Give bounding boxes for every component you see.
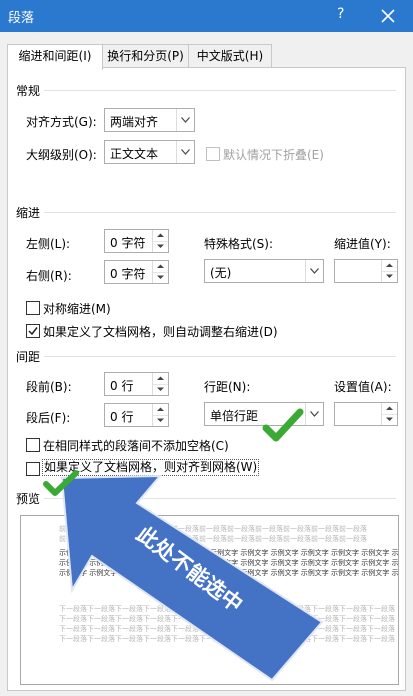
preview-next-paragraph: 下一段落下一段落下一段落下一段落下一段落下一段落下一段落下一段落下一段落下一段落… — [59, 635, 395, 643]
divider — [44, 356, 396, 357]
spin-down-icon[interactable] — [382, 271, 397, 282]
section-indent-header: 缩进 — [16, 206, 41, 220]
tab-label: 缩进和间距(I) — [18, 49, 92, 63]
outline-level-label: 大纲级别(O): — [26, 148, 97, 162]
preview-sample-text: 示例文字 示例文字 示例文字 示例文字 示例文字 示例文字 示例文字 示例文字 … — [59, 569, 399, 577]
collapse-label: 默认情况下折叠(E) — [223, 148, 324, 162]
auto-right-indent-checkbox[interactable] — [26, 324, 40, 338]
alignment-value: 两端对齐 — [110, 115, 159, 129]
preview-box: 前一段落前一段落前一段落前一段落前一段落前一段落前一段落前一段落前一段落前一段落… — [20, 515, 399, 685]
close-button[interactable] — [376, 4, 400, 28]
preview-prev-paragraph: 前一段落前一段落前一段落前一段落前一段落前一段落前一段落前一段落前一段落前一段落… — [59, 525, 367, 533]
indent-by-spinner[interactable] — [334, 259, 398, 283]
tab-label: 换行和分页(P) — [107, 49, 184, 63]
divider — [44, 212, 396, 213]
alignment-select[interactable]: 两端对齐 — [104, 108, 195, 132]
indent-left-spinner[interactable]: 0 字符 — [104, 229, 169, 253]
window-title: 段落 — [8, 11, 35, 26]
spacing-after-value: 0 行 — [110, 410, 134, 424]
chevron-down-icon — [176, 109, 194, 131]
close-icon — [381, 9, 395, 23]
alignment-label: 对齐方式(G): — [26, 115, 97, 129]
chevron-down-icon — [305, 260, 323, 282]
snap-to-grid-checkbox[interactable] — [26, 462, 40, 476]
preview-next-paragraph: 下一段落下一段落下一段落下一段落下一段落下一段落下一段落下一段落下一段落下一段落… — [59, 625, 395, 633]
checkmark-icon — [28, 327, 38, 336]
spin-down-icon[interactable] — [382, 414, 397, 425]
no-space-same-style-label: 在相同样式的段落间不添加空格(C) — [43, 439, 229, 453]
section-preview-header: 预览 — [16, 492, 41, 506]
spacing-after-spinner[interactable]: 0 行 — [104, 403, 169, 427]
collapse-checkbox[interactable] — [206, 147, 220, 161]
outline-level-value: 正文文本 — [110, 147, 159, 161]
chevron-down-icon — [305, 403, 323, 425]
tab-panel: 常规 对齐方式(G): 两端对齐 大纲级别(O): 正文文本 默认情况下折叠(E… — [7, 67, 406, 691]
spacing-before-value: 0 行 — [110, 379, 134, 393]
indent-right-value: 0 字符 — [110, 267, 146, 281]
preview-next-paragraph: 下一段落下一段落下一段落下一段落下一段落下一段落下一段落下一段落下一段落下一段落… — [59, 615, 395, 623]
special-indent-value: (无) — [210, 266, 232, 280]
indent-left-label: 左侧(L): — [26, 237, 71, 251]
mirror-indents-label: 对称缩进(M) — [43, 302, 111, 316]
mirror-indents-checkbox[interactable] — [26, 301, 40, 315]
title-bar: 段落 ? — [0, 0, 413, 32]
preview-sample-text: 示例文字 示例文字 示例文字 示例文字 示例文字 示例文字 示例文字 示例文字 … — [59, 559, 399, 567]
divider — [44, 90, 396, 91]
indent-right-spinner[interactable]: 0 字符 — [104, 260, 169, 284]
spin-down-icon[interactable] — [153, 415, 168, 426]
special-indent-label: 特殊格式(S): — [204, 237, 274, 251]
preview-next-paragraph: 下一段落下一段落下一段落下一段落下一段落下一段落下一段落下一段落下一段落下一段落… — [59, 605, 395, 613]
line-spacing-select[interactable]: 单倍行距 — [204, 402, 324, 426]
spin-down-icon[interactable] — [153, 384, 168, 395]
outline-level-select[interactable]: 正文文本 — [104, 140, 195, 164]
spin-down-icon[interactable] — [153, 241, 168, 252]
special-indent-select[interactable]: (无) — [204, 259, 324, 283]
indent-by-label: 缩进值(Y): — [334, 237, 391, 251]
tab-asian-typography[interactable]: 中文版式(H) — [188, 44, 272, 69]
preview-sample-text: 示例文字 示例文字 示例文字 示例文字 示例文字 示例文字 示例文字 示例文字 … — [59, 549, 399, 557]
tab-line-page-breaks[interactable]: 换行和分页(P) — [100, 44, 191, 69]
spacing-at-spinner[interactable] — [334, 402, 398, 426]
divider — [44, 498, 396, 499]
auto-right-indent-label: 如果定义了文档网格，则自动调整右缩进(D) — [43, 325, 278, 339]
spin-down-icon[interactable] — [153, 272, 168, 283]
no-space-same-style-checkbox[interactable] — [26, 438, 40, 452]
section-spacing-header: 间距 — [16, 350, 41, 364]
snap-to-grid-label: 如果定义了文档网格，则对齐到网格(W) — [42, 459, 260, 476]
tab-label: 中文版式(H) — [196, 49, 264, 63]
spacing-before-spinner[interactable]: 0 行 — [104, 372, 169, 396]
line-spacing-label: 行距(N): — [204, 380, 251, 394]
help-button[interactable]: ? — [337, 6, 344, 22]
indent-right-label: 右侧(R): — [26, 269, 72, 283]
preview-prev-paragraph: 前一段落前一段落前一段落前一段落前一段落前一段落前一段落前一段落前一段落前一段落… — [59, 535, 367, 543]
tab-indents-spacing[interactable]: 缩进和间距(I) — [7, 44, 103, 70]
chevron-down-icon — [176, 141, 194, 163]
spacing-after-label: 段后(F): — [26, 411, 71, 425]
indent-left-value: 0 字符 — [110, 236, 146, 250]
spacing-before-label: 段前(B): — [26, 380, 72, 394]
line-spacing-value: 单倍行距 — [210, 409, 259, 423]
section-general-header: 常规 — [16, 84, 41, 98]
spacing-at-label: 设置值(A): — [334, 380, 392, 394]
